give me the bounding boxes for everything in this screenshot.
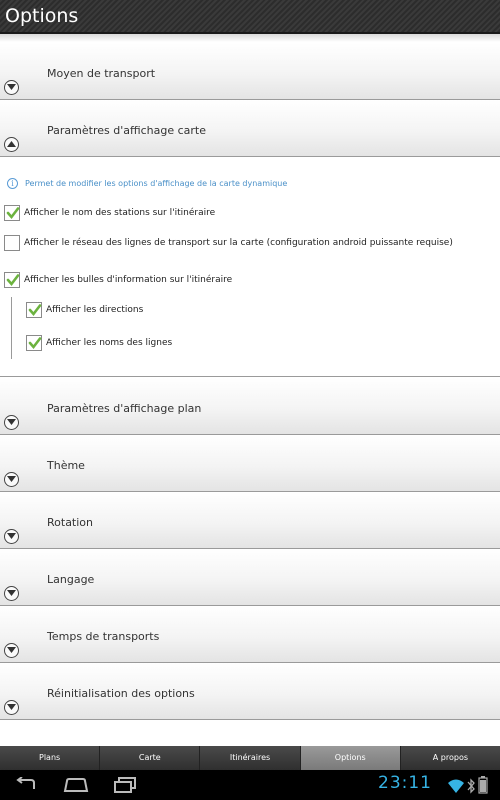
chevron-down-icon[interactable] [4,643,19,658]
info-row: i Permet de modifier les options d'affic… [7,178,287,189]
tab-options[interactable]: Options [300,746,401,770]
section-label: Paramètres d'affichage carte [47,124,206,137]
section-affichage-plan[interactable]: Paramètres d'affichage plan [0,378,500,435]
title-bar-shadow [0,34,500,42]
option-noms-lignes[interactable]: Afficher les noms des lignes [26,335,172,351]
section-reinitialisation[interactable]: Réinitialisation des options [0,663,500,720]
section-temps-transports[interactable]: Temps de transports [0,606,500,663]
wifi-icon [448,779,464,793]
option-label: Afficher les noms des lignes [46,338,173,348]
section-affichage-carte[interactable]: Paramètres d'affichage carte [0,100,500,157]
check-icon [28,337,42,350]
section-moyen-de-transport[interactable]: Moyen de transport [0,43,500,100]
section-label: Rotation [47,516,94,529]
status-icons [448,776,488,794]
recent-apps-icon[interactable] [113,777,137,797]
chevron-down-icon[interactable] [4,472,19,487]
checkbox[interactable] [4,235,20,251]
home-icon[interactable] [63,777,89,797]
section-label: Langage [47,573,95,586]
chevron-down-icon[interactable] [4,415,19,430]
title-bar: Options [0,0,500,34]
battery-icon [478,776,488,794]
tree-connector [11,297,12,359]
back-icon[interactable] [14,776,38,797]
check-icon [6,207,20,220]
section-label: Temps de transports [47,630,160,643]
check-icon [6,274,20,287]
option-directions[interactable]: Afficher les directions [26,302,143,318]
tab-itineraires[interactable]: Itinéraires [200,746,301,770]
tab-carte[interactable]: Carte [100,746,201,770]
option-nom-stations[interactable]: Afficher le nom des stations sur l'itiné… [4,205,215,221]
section-label: Thème [47,459,85,472]
section-label: Moyen de transport [47,67,156,80]
section-label: Réinitialisation des options [47,687,195,700]
tab-plans[interactable]: Plans [0,746,101,770]
chevron-up-icon[interactable] [4,137,19,152]
section-langage[interactable]: Langage [0,549,500,606]
bottom-tab-bar: Plans Carte Itinéraires Options A propos [0,746,500,770]
tab-a-propos[interactable]: A propos [400,746,500,770]
option-bulles-information[interactable]: Afficher les bulles d'information sur l'… [4,272,232,288]
option-label: Afficher les directions [46,305,144,315]
options-screen: Options Moyen de transport Paramètres d'… [0,0,500,800]
info-text: Permet de modifier les options d'afficha… [25,179,288,188]
bluetooth-icon [467,778,475,794]
checkbox[interactable] [4,272,20,288]
chevron-down-icon[interactable] [4,586,19,601]
chevron-down-icon[interactable] [4,700,19,715]
section-rotation[interactable]: Rotation [0,492,500,549]
checkbox[interactable] [26,302,42,318]
section-theme[interactable]: Thème [0,435,500,492]
status-clock: 23:11 [378,773,432,793]
system-nav-bar: 23:11 [0,770,500,800]
checkbox[interactable] [4,205,20,221]
option-label: Afficher le réseau des lignes de transpo… [24,238,453,248]
option-reseau-lignes[interactable]: Afficher le réseau des lignes de transpo… [4,235,453,251]
option-label: Afficher les bulles d'information sur l'… [24,275,233,285]
check-icon [28,304,42,317]
info-icon: i [7,178,18,189]
section-label: Paramètres d'affichage plan [47,402,202,415]
carte-options-panel: i Permet de modifier les options d'affic… [0,157,500,377]
checkbox[interactable] [26,335,42,351]
option-label: Afficher le nom des stations sur l'itiné… [24,208,216,218]
chevron-down-icon[interactable] [4,529,19,544]
page-title: Options [5,5,79,27]
chevron-down-icon[interactable] [4,80,19,95]
